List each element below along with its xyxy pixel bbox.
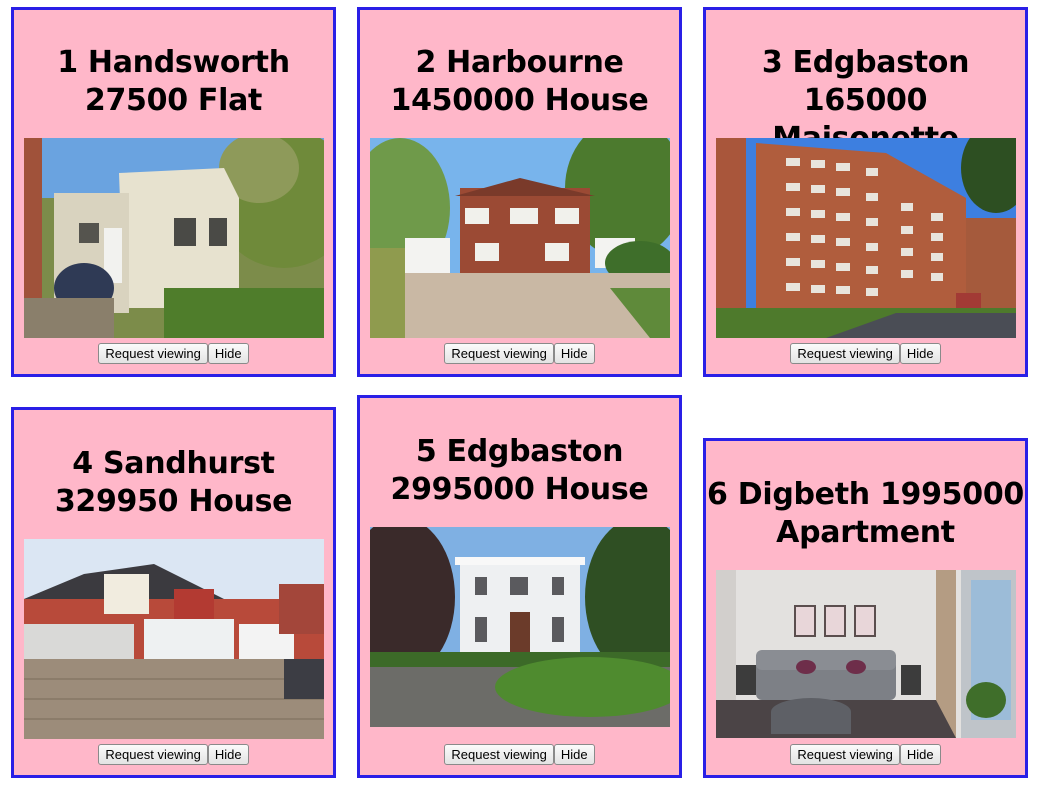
listing-card-4: 4 Sandhurst 329950 House Request viewing …	[11, 407, 336, 778]
listing-title: 4 Sandhurst 329950 House	[54, 446, 293, 519]
hide-button[interactable]: Hide	[207, 744, 249, 765]
listing-photo	[370, 527, 670, 727]
listing-photo	[24, 539, 324, 739]
listing-card-3: 3 Edgbaston165000 Maisonette Request vie…	[703, 7, 1028, 377]
hide-button[interactable]: Hide	[899, 744, 941, 765]
listing-photo	[716, 138, 1016, 338]
listing-actions: Request viewing Hide	[360, 744, 679, 765]
listing-card-6: 6 Digbeth 1995000 Apartment Request view…	[703, 438, 1028, 778]
request-viewing-button[interactable]: Request viewing	[444, 744, 554, 765]
request-viewing-button[interactable]: Request viewing	[790, 343, 900, 364]
listing-actions: Request viewing Hide	[14, 343, 333, 364]
hide-button[interactable]: Hide	[899, 343, 941, 364]
request-viewing-button[interactable]: Request viewing	[444, 343, 554, 364]
listing-actions: Request viewing Hide	[360, 343, 679, 364]
request-viewing-button[interactable]: Request viewing	[790, 744, 900, 765]
hide-button[interactable]: Hide	[553, 744, 595, 765]
listing-card-2: 2 Harbourne 1450000 House Request viewing…	[357, 7, 682, 377]
listing-actions: Request viewing Hide	[14, 744, 333, 765]
listing-photo	[716, 570, 1016, 738]
listing-photo	[370, 138, 670, 338]
listing-card-5: 5 Edgbaston 2995000 House Request viewing…	[357, 395, 682, 778]
hide-button[interactable]: Hide	[207, 343, 249, 364]
listing-title: 5 Edgbaston 2995000 House	[390, 434, 649, 507]
listing-photo	[24, 138, 324, 338]
listing-actions: Request viewing Hide	[706, 744, 1025, 765]
request-viewing-button[interactable]: Request viewing	[98, 343, 208, 364]
listing-title: 1 Handsworth 27500 Flat	[57, 45, 290, 118]
hide-button[interactable]: Hide	[553, 343, 595, 364]
listing-actions: Request viewing Hide	[706, 343, 1025, 364]
listing-title: 6 Digbeth 1995000 Apartment	[707, 477, 1024, 550]
listing-title: 2 Harbourne 1450000 House	[390, 45, 649, 118]
listing-card-1: 1 Handsworth 27500 Flat Request viewing H…	[11, 7, 336, 377]
request-viewing-button[interactable]: Request viewing	[98, 744, 208, 765]
